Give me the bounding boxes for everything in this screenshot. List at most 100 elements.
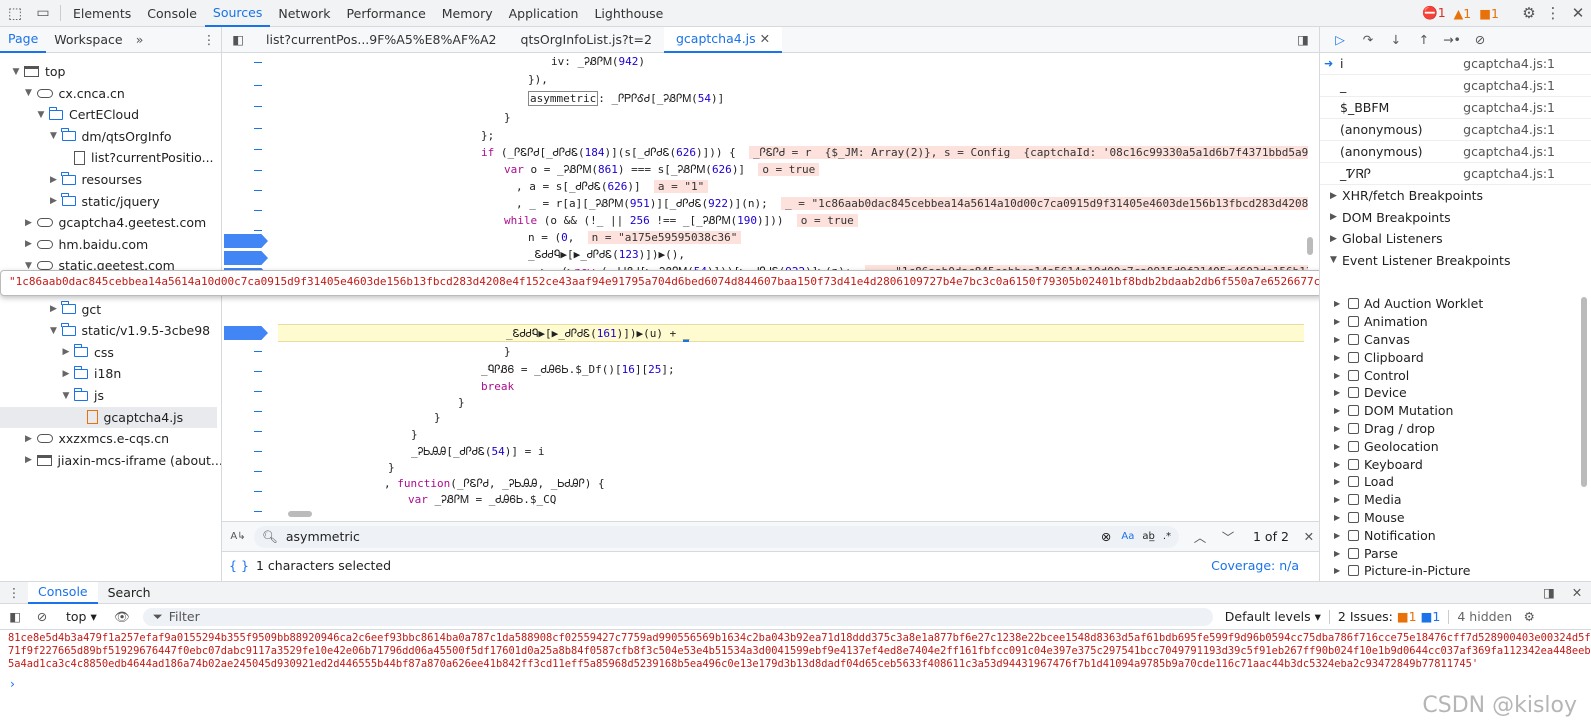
scroll-thumb[interactable] [288, 511, 312, 517]
tab-list-page[interactable]: list?currentPos...9F%A5%E8%AF%A2 [254, 27, 509, 53]
tab-elements[interactable]: Elements [65, 0, 139, 27]
search-input[interactable]: asymmetric [286, 529, 1101, 544]
error-count[interactable]: ⛔1 [1422, 5, 1446, 21]
editor-horizontal-scrollbar[interactable] [278, 507, 1318, 521]
collapsed-arrow-icon[interactable]: ▶ [23, 239, 35, 249]
expanded-arrow-icon[interactable]: ▼ [35, 110, 47, 120]
whole-word-icon[interactable]: ab̲ [1142, 531, 1154, 542]
tab-application[interactable]: Application [501, 0, 587, 27]
breakpoint-marker[interactable] [224, 234, 268, 248]
tree-item[interactable]: ▶ css [60, 342, 114, 363]
tab-search[interactable]: Search [98, 585, 161, 600]
listener-item[interactable]: ▶ Drag / drop [1320, 420, 1591, 438]
listener-item[interactable]: ▶ DOM Mutation [1320, 402, 1591, 420]
collapsed-arrow-icon[interactable]: ▶ [60, 369, 72, 379]
coverage-link[interactable]: Coverage: n/a [1211, 558, 1299, 573]
tree-item[interactable]: ▶ gct [48, 299, 101, 320]
listener-checkbox[interactable] [1348, 565, 1359, 577]
listener-item[interactable]: ▶ Parse [1320, 544, 1591, 562]
listener-item[interactable]: ▶ Canvas [1320, 331, 1591, 349]
collapsed-arrow-icon[interactable]: ▶ [1334, 566, 1342, 575]
expanded-arrow-icon[interactable]: ▼ [48, 131, 60, 141]
issue-count[interactable]: ■1 [1479, 6, 1499, 21]
listener-checkbox[interactable] [1348, 298, 1359, 310]
listener-item[interactable]: ▶ Notification [1320, 526, 1591, 544]
expanded-arrow-icon[interactable]: ▼ [23, 88, 35, 98]
context-selector[interactable]: top ▾ [66, 609, 97, 624]
collapsed-arrow-icon[interactable]: ▶ [48, 175, 60, 185]
tab-memory[interactable]: Memory [434, 0, 501, 27]
call-frame[interactable]: $_BBFM gcaptcha4.js:1 [1320, 97, 1591, 119]
section-header[interactable]: ▶ XHR/fetch Breakpoints [1320, 185, 1591, 207]
listener-item[interactable]: ▶ Picture-in-Picture [1320, 562, 1591, 580]
scroll-thumb[interactable] [1307, 237, 1313, 255]
console-sidebar-icon[interactable]: ◧ [0, 609, 30, 624]
tree-item[interactable]: gcaptcha4.js [0, 406, 217, 428]
more-tabs-chevron-icon[interactable]: » [131, 32, 149, 47]
filter-input[interactable]: Filter [169, 609, 200, 624]
tab-performance[interactable]: Performance [339, 0, 434, 27]
collapsed-arrow-icon[interactable]: ▶ [60, 347, 72, 357]
expanded-arrow-icon[interactable]: ▼ [60, 391, 72, 401]
tab-console[interactable]: Console [28, 581, 98, 604]
collapsed-arrow-icon[interactable]: ▶ [1334, 317, 1342, 326]
deactivate-breakpoints-icon[interactable]: ⊘ [1466, 32, 1494, 47]
scroll-thumb[interactable] [1581, 297, 1587, 487]
listener-item[interactable]: ▶ Control [1320, 366, 1591, 384]
tab-console[interactable]: Console [139, 0, 205, 27]
tree-item[interactable]: ▶ xxzxmcs.e-cqs.cn [23, 428, 169, 449]
close-tab-icon[interactable]: ✕ [760, 31, 770, 46]
tab-workspace[interactable]: Workspace [46, 27, 130, 53]
listener-checkbox[interactable] [1348, 476, 1359, 488]
console-settings-icon[interactable]: ⚙ [1516, 609, 1542, 624]
collapsed-arrow-icon[interactable]: ▶ [1334, 424, 1342, 433]
listener-checkbox[interactable] [1348, 369, 1359, 381]
tab-gcaptcha4[interactable]: gcaptcha4.js ✕ [664, 26, 783, 53]
issues-button[interactable]: 2 Issues: ■1 ■1 [1338, 609, 1440, 624]
breakpoint-marker[interactable] [224, 326, 268, 340]
collapsed-arrow-icon[interactable]: ▶ [1334, 371, 1342, 380]
sidebar-scrollbar[interactable] [1581, 297, 1589, 497]
collapsed-arrow-icon[interactable]: ▶ [1334, 531, 1342, 540]
toggle-navigator-icon[interactable]: ◧ [222, 32, 254, 47]
tree-item[interactable]: ▶ i18n [60, 363, 121, 384]
collapsed-arrow-icon[interactable]: ▶ [1334, 495, 1342, 504]
step-into-icon[interactable]: ↓ [1382, 32, 1410, 47]
call-frame[interactable]: ➜ i gcaptcha4.js:1 [1320, 53, 1591, 75]
toggle-debugger-icon[interactable]: ◨ [1287, 32, 1319, 47]
resume-icon[interactable]: ▷ [1326, 32, 1354, 47]
collapsed-arrow-icon[interactable]: ▶ [1334, 406, 1342, 415]
call-frame[interactable]: (anonymous) gcaptcha4.js:1 [1320, 119, 1591, 141]
listener-checkbox[interactable] [1348, 529, 1359, 541]
listener-item[interactable]: ▶ Load [1320, 473, 1591, 491]
listener-item[interactable]: ▶ Ad Auction Worklet [1320, 295, 1591, 313]
collapsed-arrow-icon[interactable]: ▶ [1334, 442, 1342, 451]
expanded-arrow-icon[interactable]: ▼ [10, 67, 22, 77]
tree-item[interactable]: ▶ gcaptcha4.geetest.com [23, 212, 206, 233]
tree-item[interactable]: list?currentPositio... [60, 147, 214, 168]
step-icon[interactable]: →• [1438, 32, 1466, 47]
tree-item[interactable]: ▼ dm/qtsOrgInfo [48, 126, 172, 147]
listener-checkbox[interactable] [1348, 387, 1359, 399]
collapsed-arrow-icon[interactable]: ▶ [23, 434, 35, 444]
tree-item[interactable]: ▶ jiaxin-mcs-iframe (about... [23, 450, 221, 471]
breakpoint-marker[interactable] [224, 251, 268, 265]
listener-item[interactable]: ▶ Geolocation [1320, 437, 1591, 455]
close-devtools-icon[interactable]: ✕ [1565, 4, 1591, 22]
regex-button[interactable]: .* [1163, 531, 1171, 542]
listener-item[interactable]: ▶ Mouse [1320, 509, 1591, 527]
section-header[interactable]: ▶ Global Listeners [1320, 228, 1591, 250]
collapsed-arrow-icon[interactable]: ▶ [1334, 299, 1342, 308]
listener-checkbox[interactable] [1348, 494, 1359, 506]
more-options-icon[interactable]: ⋮ [1541, 4, 1565, 22]
settings-gear-icon[interactable]: ⚙ [1517, 4, 1541, 22]
replace-toggle-icon[interactable]: A↳ [222, 531, 254, 542]
listener-checkbox[interactable] [1348, 422, 1359, 434]
tree-item[interactable]: ▼ top [10, 61, 66, 82]
tree-item[interactable]: ▶ hm.baidu.com [23, 234, 148, 255]
listener-checkbox[interactable] [1348, 547, 1359, 559]
step-over-icon[interactable]: ↷ [1354, 32, 1382, 47]
tab-qtsorginfolist[interactable]: qtsOrgInfoList.js?t=2 [509, 27, 664, 53]
collapsed-arrow-icon[interactable]: ▶ [48, 196, 60, 206]
tab-network[interactable]: Network [270, 0, 338, 27]
